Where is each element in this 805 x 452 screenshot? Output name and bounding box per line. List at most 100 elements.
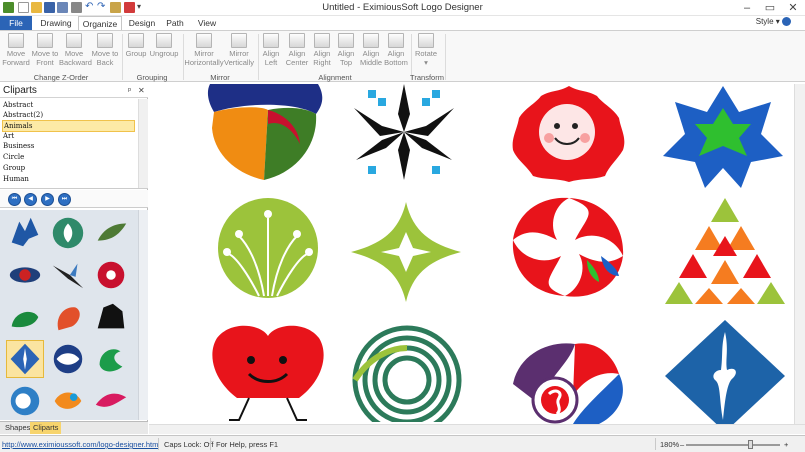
move-forward-button[interactable]: Move Forward [2,33,30,67]
list-item[interactable]: Circle [2,152,135,162]
canvas-vertical-scrollbar[interactable] [794,84,805,424]
next-page-icon[interactable]: ▶ [41,193,54,206]
list-item[interactable]: Abstract(2) [2,110,135,120]
list-item[interactable]: Art [2,131,135,141]
squirrel-clipart-icon[interactable] [49,298,87,336]
move-backward-button[interactable]: Move Backward [59,33,92,67]
tab-cliparts[interactable]: Cliparts [30,422,62,434]
list-item[interactable]: Business [2,141,135,151]
group-label-alignment: Alignment [318,73,352,82]
title-bar: ↶ ↷ ▾ Untitled - EximiousSoft Logo Desig… [0,0,805,16]
zoom-out-icon[interactable]: – [680,440,684,449]
website-link[interactable]: http://www.eximioussoft.com/logo-designe… [2,440,158,449]
category-list[interactable]: Abstract Abstract(2) Animals Art Busines… [0,99,148,189]
rotate-icon [418,33,434,48]
tab-path[interactable]: Path [162,16,188,30]
design-canvas[interactable] [149,84,805,434]
move-to-front-label-2: Front [36,57,54,67]
smiling-sun-logo[interactable] [509,84,629,182]
swallow-clipart-icon[interactable] [49,256,87,294]
swirl-emblem-logo[interactable] [509,324,631,424]
tab-view[interactable]: View [193,16,221,30]
group-label-zorder: Change Z-Order [33,73,89,82]
move-to-back-button[interactable]: Move to Back [90,33,120,67]
align-right-button[interactable]: Align Right [310,33,334,67]
ribbon-tabs: File Drawing Organize Design Path View S… [0,16,805,30]
group-separator [122,34,123,80]
bird-clipart-icon[interactable] [92,214,130,252]
list-item[interactable]: Group [2,163,135,173]
canvas-horizontal-scrollbar[interactable] [149,424,805,434]
move-to-front-button[interactable]: Move to Front [30,33,60,67]
category-scrollbar[interactable] [138,99,148,188]
align-middle-button[interactable]: Align Middle [358,33,384,67]
list-item[interactable]: Abstract [2,100,135,110]
tab-shapes[interactable]: Shapes [2,422,33,434]
page-navigation: ⏮ ◀ ▶ ⏭ [0,190,148,208]
ungroup-button[interactable]: Ungroup [149,33,179,59]
window-title: Untitled - EximiousSoft Logo Designer [322,2,483,13]
align-middle-icon [363,33,379,48]
minimize-button[interactable]: – [736,0,758,16]
style-menu[interactable]: Style ▾ [756,17,791,27]
align-bottom-label-2: Bottom [384,57,408,67]
triangle-pyramid-logo[interactable] [665,196,785,304]
tab-drawing[interactable]: Drawing [36,16,76,30]
group-separator [258,34,259,80]
concentric-circles-logo[interactable] [349,318,465,422]
eagle-clipart-icon[interactable] [6,214,44,252]
zoom-in-icon[interactable]: + [784,440,788,449]
snowflake-logo[interactable] [346,84,462,182]
tab-organize[interactable]: Organize [78,16,122,30]
mirror-horizontal-icon [196,33,212,48]
close-button[interactable]: ✕ [782,0,804,16]
group-button[interactable]: Group [124,33,148,59]
dog-clipart-icon[interactable] [92,298,130,336]
red-flower-clipart-icon[interactable] [92,256,130,294]
maximize-button[interactable]: ▭ [759,0,781,16]
align-top-label-2: Top [339,57,353,67]
align-center-button[interactable]: Align Center [284,33,310,67]
align-left-button[interactable]: Align Left [260,33,282,67]
list-item[interactable]: Human [2,174,135,184]
group-separator [445,34,446,80]
winged-badge-clipart-icon[interactable] [6,256,44,294]
red-swirl-logo[interactable] [509,196,627,300]
mirror-vertically-button[interactable]: Mirror Vertically [223,33,255,67]
mirror-horizontally-button[interactable]: Mirror Horizontally [184,33,224,67]
last-page-icon[interactable]: ⏭ [58,193,71,206]
align-bottom-button[interactable]: Align Bottom [383,33,409,67]
rotate-button[interactable]: Rotate ▾ [413,33,439,67]
help-icon[interactable] [782,17,791,27]
app-window: ↶ ↷ ▾ Untitled - EximiousSoft Logo Desig… [0,0,805,452]
tab-file[interactable]: File [0,16,32,30]
align-top-button[interactable]: Align Top [335,33,357,67]
blue-flower-logo[interactable] [663,84,783,188]
close-panel-icon[interactable]: ✕ [138,86,145,95]
green-star-logo[interactable] [351,202,461,302]
panel-tabs: Shapes Cliparts [0,421,148,434]
frog-clipart-icon[interactable] [6,298,44,336]
zoom-slider[interactable] [686,444,780,446]
zoom-slider-thumb[interactable] [748,440,753,449]
align-middle-label-2: Middle [359,57,383,67]
abstract-circle-logo[interactable] [206,84,328,182]
thumbnail-scrollbar[interactable] [138,210,148,420]
ungroup-icon [156,33,172,48]
head-clipart-icon[interactable] [6,382,44,420]
red-heart-character-logo[interactable] [209,324,327,424]
blue-diamond-bird-logo[interactable] [665,320,785,432]
diamond-clipart-icon-selected[interactable] [6,340,44,378]
pin-icon[interactable]: ᵖ [128,86,131,95]
colorful-bird-clipart-icon[interactable] [49,382,87,420]
tab-design[interactable]: Design [126,16,158,30]
green-circle-tree-logo[interactable] [209,196,327,300]
leaf-badge-clipart-icon[interactable] [49,214,87,252]
status-separator [655,438,656,450]
first-page-icon[interactable]: ⏮ [8,193,21,206]
prev-page-icon[interactable]: ◀ [24,193,37,206]
caps-lock-status: Caps Lock: Off [164,440,214,449]
bird-wings-clipart-icon[interactable] [92,382,130,420]
globe-clipart-icon[interactable] [49,340,87,378]
green-swirl-clipart-icon[interactable] [92,340,130,378]
